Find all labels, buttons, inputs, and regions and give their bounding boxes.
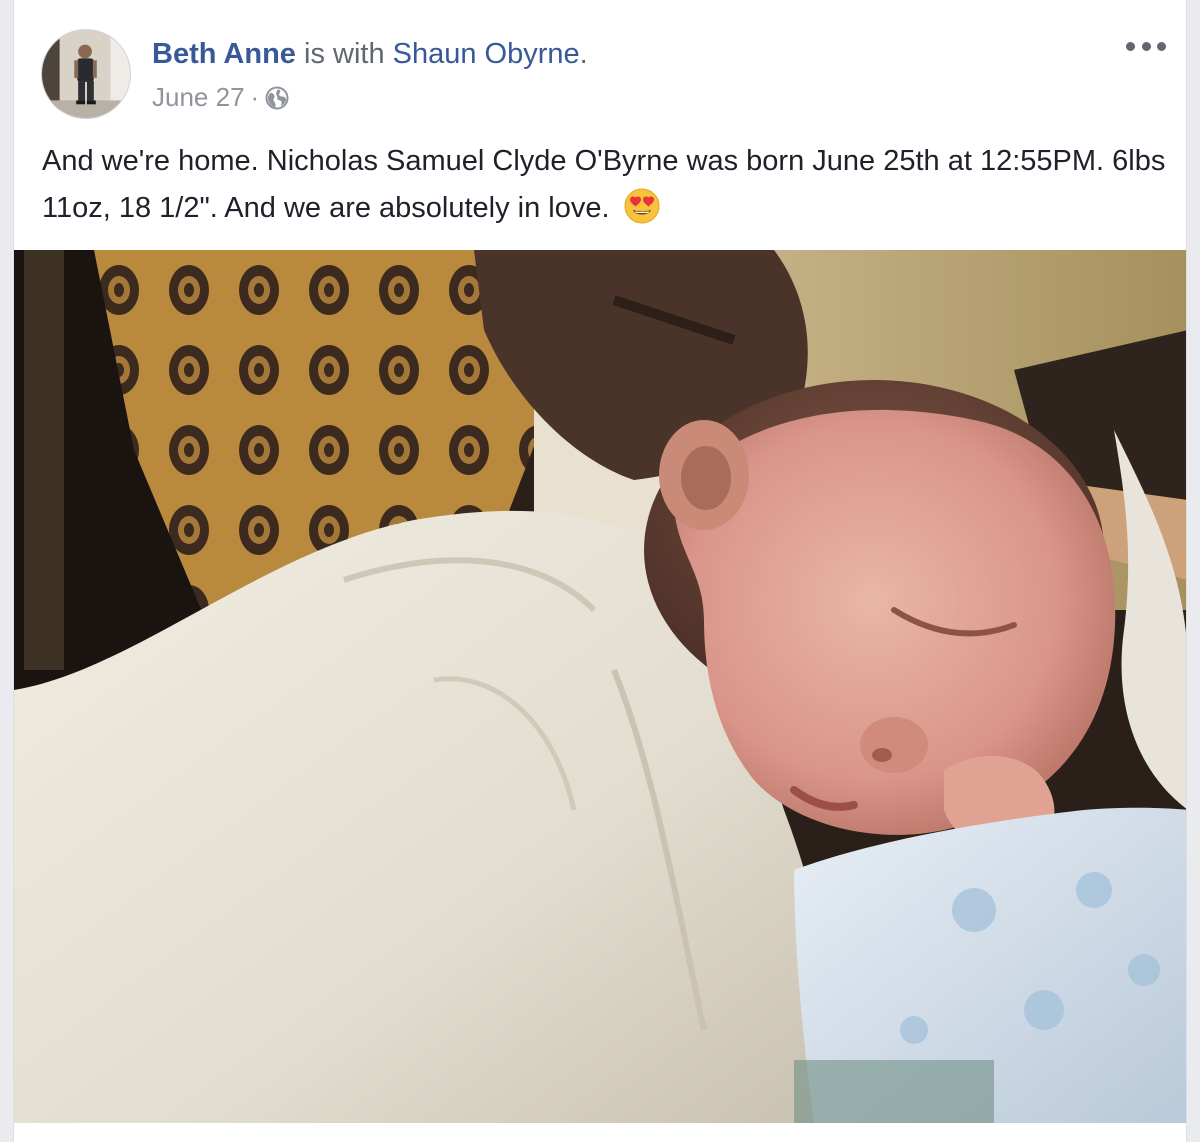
post-body: And we're home. Nicholas Samuel Clyde O'…	[42, 138, 1172, 232]
photo-sleeping-newborn	[14, 250, 1186, 1123]
more-dot	[1141, 41, 1151, 51]
post-date-link[interactable]: June 27	[152, 81, 245, 113]
meta-separator: ·	[250, 82, 260, 112]
more-options-icon[interactable]	[1126, 36, 1166, 56]
more-dot	[1126, 41, 1135, 51]
post-attribution: Beth Anne is with Shaun Obyrne.	[152, 36, 588, 72]
post-footer	[14, 1123, 1186, 1142]
post-text: And we're home. Nicholas Samuel Clyde O'…	[42, 145, 1166, 224]
globe-icon[interactable]	[265, 86, 289, 110]
author-avatar[interactable]	[41, 29, 131, 119]
tagged-person-link[interactable]: Shaun Obyrne	[393, 38, 580, 70]
post-header: Beth Anne is with Shaun Obyrne. June 27 …	[14, 0, 1186, 130]
heart-eyes-emoji	[624, 188, 660, 224]
attribution-period: .	[579, 38, 588, 70]
feed-post: Beth Anne is with Shaun Obyrne. June 27 …	[13, 0, 1187, 1142]
more-dot	[1157, 41, 1166, 51]
post-photo[interactable]	[14, 250, 1186, 1123]
with-text: is with	[295, 38, 393, 70]
post-meta: June 27 ·	[152, 81, 289, 113]
author-name-link[interactable]: Beth Anne	[152, 38, 296, 70]
